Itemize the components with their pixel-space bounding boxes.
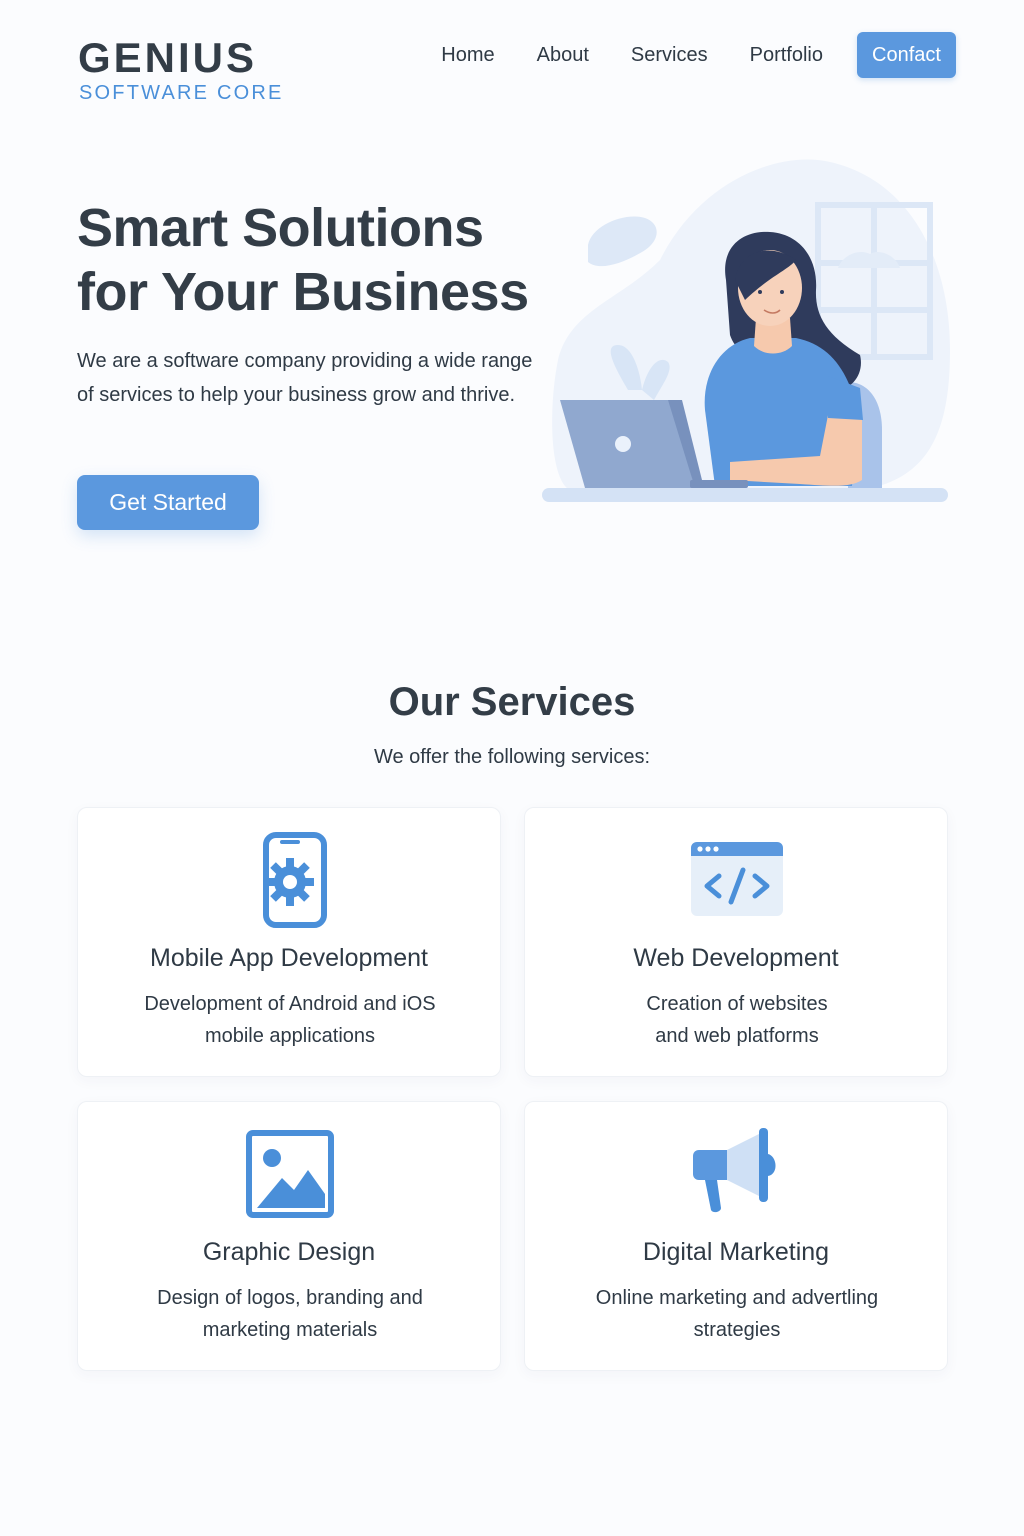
service-description: Online marketing and advertling strategi… — [565, 1282, 909, 1346]
mobile-gear-icon — [263, 832, 327, 928]
service-description-line-1: Creation of websites — [646, 993, 828, 1015]
service-description-line-2: strategies — [693, 1319, 781, 1341]
code-window-icon — [691, 842, 783, 916]
services-subtitle: We offer the following services: — [373, 746, 651, 768]
service-card-mobile[interactable]: Mobile App Development Development of An… — [77, 807, 501, 1077]
service-card-graphic[interactable]: Graphic Design Design of logos, branding… — [77, 1101, 501, 1371]
brand-tagline: SOFTWARE CORE — [79, 82, 284, 104]
service-description-line-2: mobile applications — [204, 1025, 376, 1047]
woman-laptop-illustration — [542, 159, 950, 502]
service-description: Creation of websites and web platforms — [565, 988, 909, 1052]
service-description: Design of logos, branding and marketing … — [118, 1282, 462, 1346]
image-icon — [246, 1130, 334, 1218]
service-title: Graphic Design — [202, 1238, 376, 1266]
service-description: Development of Android and iOS mobile ap… — [118, 988, 462, 1052]
service-description-line-1: Online marketing and advertling — [595, 1287, 879, 1309]
site-header: GENIUS SOFTWARE CORE Home About Services… — [0, 0, 1024, 120]
get-started-button[interactable]: Get Started — [77, 475, 259, 530]
service-card-web[interactable]: Web Development Creation of websites and… — [524, 807, 948, 1077]
brand-name[interactable]: GENIUS — [78, 34, 257, 82]
hero-title-line-2: for Your Business — [77, 262, 529, 322]
hero-title-line-1: Smart Solutions — [77, 198, 484, 258]
service-title: Digital Marketing — [642, 1238, 830, 1266]
hero-description: We are a software company providing a wi… — [77, 350, 533, 406]
main-nav: Home About Services Portfolio Confact — [441, 32, 956, 78]
services-title: Our Services — [388, 680, 636, 724]
service-card-marketing[interactable]: Digital Marketing Online marketing and a… — [524, 1101, 948, 1371]
service-description-line-2: marketing materials — [202, 1319, 378, 1341]
service-title: Web Development — [633, 944, 839, 972]
service-title: Mobile App Development — [150, 944, 428, 972]
nav-services-link[interactable]: Services — [631, 44, 708, 67]
nav-home-link[interactable]: Home — [441, 44, 494, 67]
service-description-line-1: Development of Android and iOS — [144, 993, 436, 1015]
hero-title: Smart Solutions for Your Business — [77, 196, 557, 324]
nav-portfolio-link[interactable]: Portfolio — [750, 44, 823, 67]
megaphone-icon — [693, 1128, 776, 1213]
contact-button[interactable]: Confact — [857, 32, 956, 78]
service-description-line-2: and web platforms — [655, 1025, 819, 1047]
nav-about-link[interactable]: About — [537, 44, 589, 67]
service-description-line-1: Design of logos, branding and — [157, 1287, 423, 1309]
